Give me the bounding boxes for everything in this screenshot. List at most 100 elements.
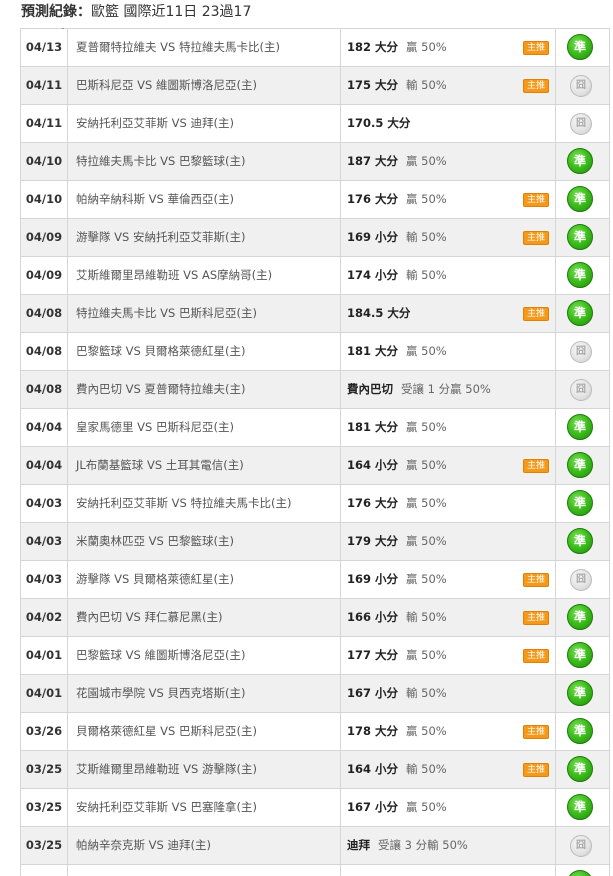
pick-odds: 輸 50% — [406, 268, 447, 282]
pick-odds: 贏 50% — [406, 192, 447, 206]
row-result: 準 — [556, 865, 609, 876]
pick-main: 169 小分 — [347, 572, 399, 586]
row-date: 03/25 — [21, 865, 68, 876]
table-row: 04/03 安納托利亞艾菲斯 VS 特拉維夫馬卡比(主) 176 大分贏 50% 準 — [21, 485, 609, 523]
row-match-link[interactable]: 花園城市學院 VS 貝西克塔斯(主) — [68, 675, 341, 712]
win-ball-icon: 準 — [567, 870, 593, 876]
pick-odds: 贏 50% — [406, 648, 447, 662]
featured-badge: 主推 — [522, 649, 549, 663]
row-pick: 177 大分贏 50% 主推 — [341, 637, 556, 674]
pick-main: 181 大分 — [347, 344, 399, 358]
row-result: 準 — [556, 409, 609, 446]
lose-ball-icon: 囧 — [570, 113, 592, 135]
row-result: 準 — [556, 637, 609, 674]
row-match-link[interactable]: 巴黎籃球 VS 維圖斯博洛尼亞(主) — [68, 637, 341, 674]
row-match-link[interactable]: 帕納辛奈克斯 VS 迪拜(主) — [68, 827, 341, 864]
table-row: 03/25 帕納辛奈克斯 VS 迪拜(主) 迪拜 受讓 3 分輸 50% 囧 — [21, 827, 609, 865]
pick-odds: 輸 50% — [406, 686, 447, 700]
row-date: 04/03 — [21, 485, 68, 522]
prediction-table: 04/13 夏普爾特拉維夫 VS 特拉維夫馬卡比(主) 182 大分贏 50% 主推準… — [20, 28, 610, 876]
row-date: 03/26 — [21, 713, 68, 750]
row-date: 04/08 — [21, 295, 68, 332]
row-date: 04/10 — [21, 143, 68, 180]
win-ball-icon: 準 — [567, 642, 593, 668]
pick-main: 164 小分 — [347, 762, 399, 776]
win-ball-icon: 準 — [567, 794, 593, 820]
pick-odds: 贏 50% — [406, 154, 447, 168]
row-match-link[interactable]: 安納托利亞艾菲斯 VS 特拉維夫馬卡比(主) — [68, 485, 341, 522]
featured-badge: 主推 — [522, 573, 549, 587]
row-match-link[interactable]: JL布蘭基籃球 VS 土耳其電信(主) — [68, 447, 341, 484]
row-match-link[interactable]: 巴斯科尼亞 VS 維圖斯博洛尼亞(主) — [68, 67, 341, 104]
pick-odds: 贏 50% — [406, 40, 447, 54]
row-date: 04/10 — [21, 181, 68, 218]
row-pick: 187 大分贏 50% — [341, 143, 556, 180]
row-result: 準 — [556, 751, 609, 788]
row-match-link[interactable]: 安納托利亞艾菲斯 VS 迪拜(主) — [68, 105, 341, 142]
page-header: 預測紀錄：歐籃 國際近11日 23過17 — [0, 0, 613, 28]
row-date: 04/01 — [21, 637, 68, 674]
featured-badge: 主推 — [522, 307, 549, 321]
pick-odds: 輸 50% — [406, 78, 447, 92]
win-ball-icon: 準 — [567, 452, 593, 478]
row-match-link[interactable]: 米蘭奧林匹亞 VS 巴黎籃球(主) — [68, 523, 341, 560]
pick-main: 迪拜 — [347, 838, 370, 852]
row-result: 準 — [556, 295, 609, 332]
row-pick: 181 大分贏 50% — [341, 409, 556, 446]
pick-main: 178 大分 — [347, 724, 399, 738]
row-match-link[interactable]: 夏普爾特拉維夫 VS 特拉維夫馬卡比(主) — [68, 29, 341, 66]
featured-badge: 主推 — [522, 193, 549, 207]
win-ball-icon: 準 — [567, 756, 593, 782]
row-match-link[interactable]: 特拉維夫馬卡比 VS 巴黎籃球(主) — [68, 143, 341, 180]
pick-odds: 受讓 3 分輸 50% — [378, 838, 468, 852]
pick-main: 181 大分 — [347, 420, 399, 434]
lose-ball-icon: 囧 — [570, 75, 592, 97]
win-ball-icon: 準 — [567, 604, 593, 630]
table-row: 04/08 費內巴切 VS 夏普爾特拉維夫(主) 費內巴切 受讓 1 分贏 50% 囧 — [21, 371, 609, 409]
row-match-link[interactable]: 米蘭奧林匹亞 VS AS摩納哥(主) — [68, 865, 341, 876]
pick-main: 166 小分 — [347, 610, 399, 624]
row-match-link[interactable]: 安納托利亞艾菲斯 VS 巴塞隆拿(主) — [68, 789, 341, 826]
row-date: 04/04 — [21, 447, 68, 484]
table-row: 04/04 皇家馬德里 VS 巴斯科尼亞(主) 181 大分贏 50% 準 — [21, 409, 609, 447]
table-row: 04/10 特拉維夫馬卡比 VS 巴黎籃球(主) 187 大分贏 50% 準 — [21, 143, 609, 181]
row-result: 囧 — [556, 561, 609, 598]
table-row: 03/25米蘭奧林匹亞 VS AS摩納哥(主)172.5 大分 準 — [21, 865, 609, 876]
featured-badge: 主推 — [522, 763, 549, 777]
row-pick: 182 大分贏 50% 主推 — [341, 29, 556, 66]
row-result: 準 — [556, 713, 609, 750]
row-match-link[interactable]: 帕納辛納科斯 VS 華倫西亞(主) — [68, 181, 341, 218]
pick-main: 費內巴切 — [347, 382, 393, 396]
pick-odds: 輸 50% — [406, 610, 447, 624]
win-ball-icon: 準 — [567, 148, 593, 174]
row-pick: 費內巴切 受讓 1 分贏 50% — [341, 371, 556, 408]
pick-odds: 贏 50% — [406, 800, 447, 814]
lose-ball-icon: 囧 — [570, 835, 592, 857]
row-pick: 166 小分輸 50% 主推 — [341, 599, 556, 636]
pick-main: 184.5 大分 — [347, 306, 411, 320]
row-date: 04/08 — [21, 371, 68, 408]
row-result: 準 — [556, 181, 609, 218]
row-match-link[interactable]: 費內巴切 VS 夏普爾特拉維夫(主) — [68, 371, 341, 408]
row-pick: 167 小分輸 50% — [341, 675, 556, 712]
pick-odds: 贏 50% — [406, 496, 447, 510]
row-match-link[interactable]: 游擊隊 VS 安納托利亞艾菲斯(主) — [68, 219, 341, 256]
row-result: 準 — [556, 257, 609, 294]
row-match-link[interactable]: 貝爾格萊德紅星 VS 巴斯科尼亞(主) — [68, 713, 341, 750]
row-match-link[interactable]: 巴黎籃球 VS 貝爾格萊德紅星(主) — [68, 333, 341, 370]
row-match-link[interactable]: 特拉維夫馬卡比 VS 巴斯科尼亞(主) — [68, 295, 341, 332]
row-result: 準 — [556, 143, 609, 180]
win-ball-icon: 準 — [567, 680, 593, 706]
row-date: 03/25 — [21, 789, 68, 826]
row-match-link[interactable]: 艾斯維爾里昂維勒班 VS AS摩納哥(主) — [68, 257, 341, 294]
row-match-link[interactable]: 游擊隊 VS 貝爾格萊德紅星(主) — [68, 561, 341, 598]
row-match-link[interactable]: 皇家馬德里 VS 巴斯科尼亞(主) — [68, 409, 341, 446]
row-pick: 184.5 大分 主推 — [341, 295, 556, 332]
win-ball-icon: 準 — [567, 528, 593, 554]
table-row: 04/11 巴斯科尼亞 VS 維圖斯博洛尼亞(主) 175 大分輸 50% 主推 囧 — [21, 67, 609, 105]
table-row: 04/13 夏普爾特拉維夫 VS 特拉維夫馬卡比(主) 182 大分贏 50% 主推 準 — [21, 29, 609, 67]
row-match-link[interactable]: 費內巴切 VS 拜仁慕尼黑(主) — [68, 599, 341, 636]
row-match-link[interactable]: 艾斯維爾里昂維勒班 VS 游擊隊(主) — [68, 751, 341, 788]
win-ball-icon: 準 — [567, 224, 593, 250]
table-row: 04/04 JL布蘭基籃球 VS 土耳其電信(主) 164 小分贏 50% 主推 準 — [21, 447, 609, 485]
